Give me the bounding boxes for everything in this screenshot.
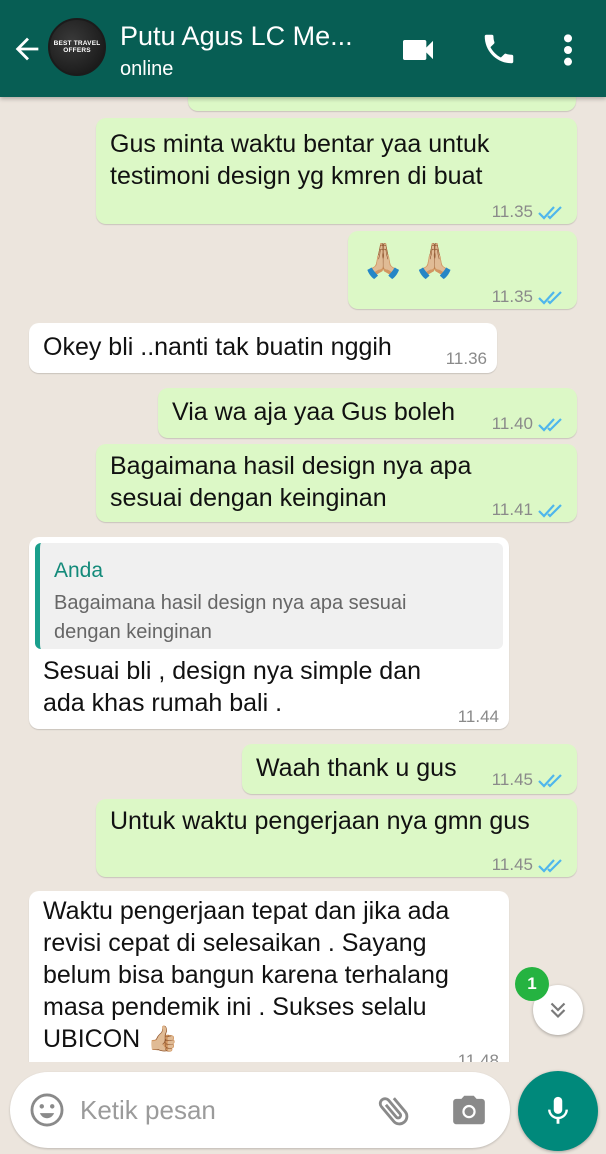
quoted-message[interactable]: Anda Bagaimana hasil design nya apa sesu… xyxy=(35,543,503,649)
voice-record-button[interactable] xyxy=(518,1071,598,1151)
message-time: 11.36 xyxy=(445,349,487,368)
double-check-read-icon xyxy=(538,418,562,432)
message-bubble-outgoing[interactable]: Gus minta waktu bentar yaa untuk testimo… xyxy=(96,118,577,224)
message-text: Okey bli ..nanti tak buatin nggih xyxy=(43,333,392,361)
message-time: 11.35 xyxy=(491,287,533,306)
message-bubble-outgoing[interactable]: 🙏🏼 🙏🏼 11.35 xyxy=(348,231,577,309)
message-bubble-incoming[interactable]: Okey bli ..nanti tak buatin nggih 11.36 xyxy=(29,323,497,373)
message-bubble-outgoing[interactable]: Via wa aja yaa Gus boleh 11.40 xyxy=(158,388,577,438)
avatar-text-line1: BEST TRAVEL xyxy=(53,40,101,47)
message-meta: 11.35 xyxy=(492,196,565,228)
double-check-read-icon xyxy=(538,859,562,873)
message-time: 11.35 xyxy=(491,202,533,221)
message-bubble-outgoing[interactable]: Untuk waktu pengerjaan nya gmn gus 11.45 xyxy=(96,799,577,877)
avatar-text-line2: OFFERS xyxy=(63,47,91,54)
video-call-icon[interactable] xyxy=(398,30,438,70)
message-text: Sesuai bli , design nya simple dan ada k… xyxy=(43,657,422,717)
message-time: 11.40 xyxy=(491,414,533,433)
message-text: Via wa aja yaa Gus boleh xyxy=(172,398,456,426)
double-check-read-icon xyxy=(538,291,562,305)
quoted-author: Anda xyxy=(54,559,104,582)
message-text: Bagaimana hasil design nya apa sesuai de… xyxy=(110,452,472,512)
contact-name[interactable]: Putu Agus LC Me... xyxy=(120,21,380,52)
camera-icon[interactable] xyxy=(450,1091,488,1134)
message-meta: 11.40 xyxy=(492,408,565,440)
message-time: 11.44 xyxy=(457,707,499,726)
mic-icon xyxy=(548,1096,568,1124)
back-arrow-icon[interactable] xyxy=(10,32,44,66)
message-time: 11.41 xyxy=(491,500,533,519)
attach-icon[interactable] xyxy=(374,1090,414,1135)
double-check-read-icon xyxy=(538,504,562,518)
message-time: 11.48 xyxy=(457,1051,499,1062)
quoted-text: Bagaimana hasil design nya apa sesuai de… xyxy=(54,592,407,643)
message-input[interactable] xyxy=(80,1086,360,1134)
message-text: Untuk waktu pengerjaan nya gmn gus xyxy=(110,807,530,835)
message-meta: 11.35 xyxy=(492,281,565,313)
emoji-icon[interactable] xyxy=(28,1091,66,1134)
message-meta: 11.44 xyxy=(458,701,499,733)
double-check-read-icon xyxy=(538,206,562,220)
message-time: 11.45 xyxy=(491,770,533,789)
chat-area[interactable]: Gus minta waktu bentar yaa untuk testimo… xyxy=(0,97,606,1062)
message-bubble-outgoing[interactable]: Waah thank u gus 11.45 xyxy=(242,744,577,794)
message-text: Waah thank u gus xyxy=(256,754,457,782)
double-check-read-icon xyxy=(538,774,562,788)
message-bubble-partial[interactable] xyxy=(188,97,576,111)
message-bubble-incoming[interactable]: Waktu pengerjaan tepat dan jika ada revi… xyxy=(29,891,509,1062)
message-meta: 11.45 xyxy=(492,849,565,881)
unread-count-badge: 1 xyxy=(515,967,549,1001)
message-meta: 11.41 xyxy=(492,494,565,526)
more-vert-icon[interactable] xyxy=(552,30,584,70)
double-chevron-down-icon xyxy=(550,1002,566,1019)
phone-icon[interactable] xyxy=(480,30,520,70)
message-bubble-incoming-reply[interactable]: Anda Bagaimana hasil design nya apa sesu… xyxy=(29,537,509,729)
avatar[interactable]: BEST TRAVEL OFFERS xyxy=(48,18,106,76)
message-text: Gus minta waktu bentar yaa untuk testimo… xyxy=(110,130,490,190)
message-emoji: 🙏🏼 🙏🏼 xyxy=(362,242,457,280)
message-time: 11.45 xyxy=(491,855,533,874)
message-composer xyxy=(10,1072,510,1148)
message-bubble-outgoing[interactable]: Bagaimana hasil design nya apa sesuai de… xyxy=(96,444,577,522)
message-meta: 11.36 xyxy=(446,343,487,375)
message-meta: 11.48 xyxy=(458,1045,499,1062)
message-meta: 11.45 xyxy=(492,764,565,796)
contact-status: online xyxy=(120,58,174,80)
chat-header: BEST TRAVEL OFFERS Putu Agus LC Me... on… xyxy=(0,0,606,97)
message-text: Waktu pengerjaan tepat dan jika ada revi… xyxy=(43,897,450,1053)
